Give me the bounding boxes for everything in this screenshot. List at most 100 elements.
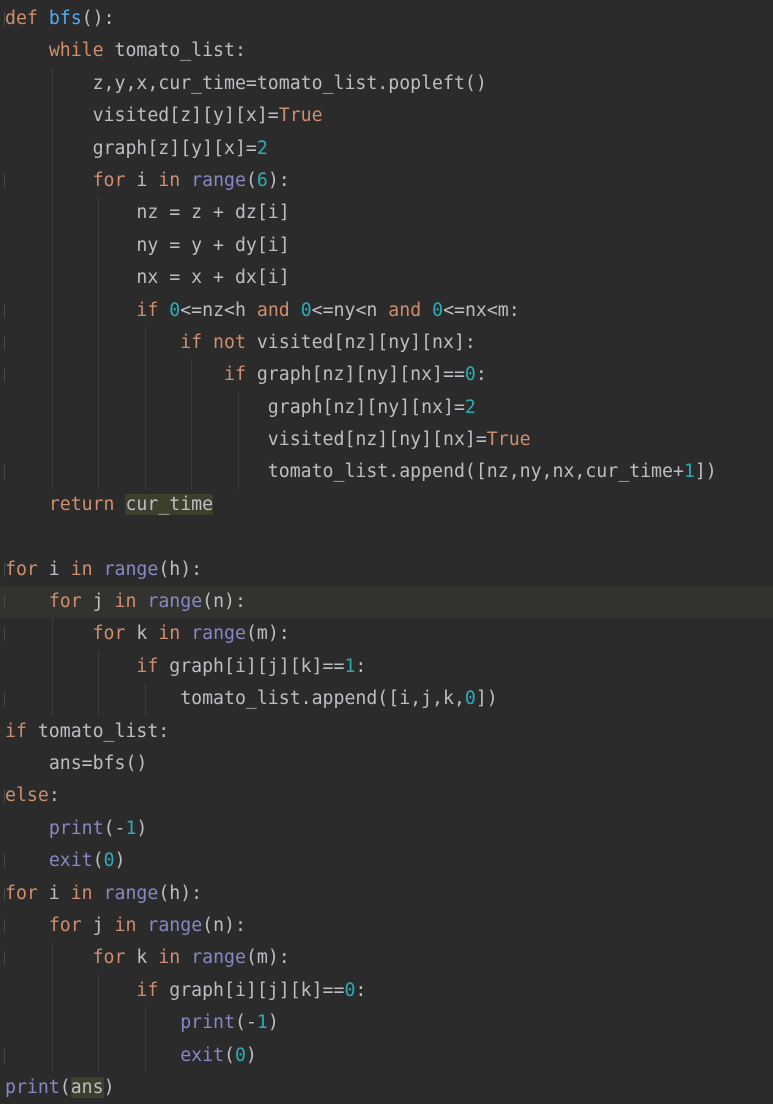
code-token: ) <box>267 1012 279 1034</box>
indent-guide <box>98 683 100 716</box>
indent-guide <box>238 391 239 425</box>
code-token: ]) <box>694 461 717 483</box>
fold-marker-icon[interactable] <box>0 692 5 707</box>
fold-marker-icon[interactable] <box>0 854 5 869</box>
fold-marker-icon[interactable] <box>0 335 5 350</box>
indent-guide <box>144 683 146 716</box>
code-line[interactable]: for k in range(m): <box>0 942 773 975</box>
code-line[interactable]: graph[nz][ny][nx]=2 <box>0 391 773 425</box>
code-token: nx = x + dx[i] <box>136 267 290 289</box>
fold-marker-icon[interactable] <box>0 562 5 577</box>
indent-guide <box>51 100 53 133</box>
code-token: print <box>180 1012 235 1034</box>
code-line[interactable]: z,y,x,cur_time=tomato_list.popleft() <box>0 67 773 101</box>
fold-marker-icon[interactable] <box>0 1048 5 1063</box>
indent-guide <box>144 326 146 360</box>
fold-marker-icon[interactable] <box>0 918 5 933</box>
code-line[interactable]: else: <box>0 780 773 812</box>
code-token: (- <box>103 817 126 839</box>
fold-marker-icon[interactable] <box>0 173 5 188</box>
code-line[interactable]: nz = z + dz[i] <box>0 197 773 230</box>
code-token: in <box>70 882 93 904</box>
code-line[interactable]: while tomato_list: <box>0 35 773 67</box>
indent-guide <box>51 456 53 489</box>
indent-guide <box>51 294 53 327</box>
fold-marker-icon[interactable] <box>0 789 5 804</box>
indent-guide <box>98 424 100 457</box>
code-line[interactable]: return cur_time <box>0 489 773 521</box>
code-line[interactable]: if graph[i][j][k]==1: <box>0 650 773 684</box>
code-token: 1 <box>256 1012 268 1034</box>
code-line[interactable]: for j in range(n): <box>0 586 773 619</box>
indent-guide <box>51 942 53 975</box>
code-token: graph[i][j][k]== <box>158 655 345 677</box>
code-line[interactable]: exit(0) <box>0 1039 773 1072</box>
code-token: in <box>70 558 93 580</box>
indent-guide <box>51 1039 53 1072</box>
fold-marker-icon[interactable] <box>0 595 5 610</box>
code-token: (m): <box>245 947 290 969</box>
code-line[interactable]: exit(0) <box>0 845 773 877</box>
code-token: 0 <box>300 299 312 321</box>
code-token: range <box>147 914 203 936</box>
code-token: ) <box>136 817 148 839</box>
code-line[interactable]: print(-1) <box>0 813 773 845</box>
indent-guide <box>51 424 53 457</box>
code-token: 0 <box>464 364 476 386</box>
code-line[interactable]: print(ans) <box>0 1072 773 1104</box>
code-line[interactable]: visited[nz][ny][nx]=True <box>0 424 773 457</box>
code-token: if not <box>180 331 246 353</box>
fold-marker-icon[interactable] <box>0 303 5 318</box>
code-token: (h): <box>158 882 203 904</box>
code-token: 0 <box>234 1044 246 1066</box>
code-line[interactable]: ans=bfs() <box>0 748 773 780</box>
indent-guide <box>51 359 53 392</box>
code-editor[interactable]: def bfs(): while tomato_list: z,y,x,cur_… <box>0 0 773 1099</box>
indent-guide <box>238 456 239 489</box>
code-line[interactable]: if not visited[nz][ny][nx]: <box>0 326 773 360</box>
fold-marker-icon[interactable] <box>0 886 5 901</box>
code-token: 0 <box>464 688 476 710</box>
code-line[interactable]: for i in range(h): <box>0 878 773 910</box>
code-line[interactable] <box>0 521 773 553</box>
code-line[interactable]: def bfs(): <box>0 3 773 35</box>
code-token: if <box>136 299 170 321</box>
indent-guide <box>98 197 100 230</box>
code-line[interactable]: if graph[nz][ny][nx]==0: <box>0 359 773 392</box>
code-token: for <box>5 882 38 904</box>
code-line[interactable]: for k in range(m): <box>0 618 773 651</box>
code-token: cur_time <box>125 493 214 515</box>
code-token: 0 <box>103 850 115 872</box>
code-line[interactable]: for i in range(6): <box>0 164 773 198</box>
fold-marker-icon[interactable] <box>0 368 5 383</box>
code-line[interactable]: print(-1) <box>0 1007 773 1040</box>
code-line[interactable]: visited[z][y][x]=True <box>0 100 773 133</box>
fold-marker-icon[interactable] <box>0 12 5 26</box>
indent-guide <box>144 391 146 425</box>
code-line[interactable]: tomato_list.append([nz,ny,nx,cur_time+1]… <box>0 456 773 489</box>
code-token: exit <box>180 1044 225 1066</box>
indent-guide <box>98 391 100 425</box>
code-line[interactable]: for j in range(n): <box>0 910 773 942</box>
code-line[interactable]: if tomato_list: <box>0 716 773 748</box>
code-line[interactable]: graph[z][y][x]=2 <box>0 132 773 165</box>
code-line[interactable]: for i in range(h): <box>0 554 773 586</box>
code-line[interactable]: ny = y + dy[i] <box>0 229 773 263</box>
indent-guide <box>144 456 146 489</box>
code-line[interactable]: nx = x + dx[i] <box>0 262 773 295</box>
code-line[interactable]: if 0<=nz<h and 0<=ny<n and 0<=nx<m: <box>0 294 773 327</box>
fold-marker-icon[interactable] <box>0 465 5 480</box>
code-token: (): <box>81 8 115 29</box>
code-line[interactable]: if graph[i][j][k]==0: <box>0 974 773 1008</box>
code-line[interactable]: tomato_list.append([i,j,k,0]) <box>0 683 773 716</box>
fold-marker-icon[interactable] <box>0 951 5 966</box>
indent-guide <box>191 456 193 489</box>
fold-marker-icon[interactable] <box>0 627 5 642</box>
